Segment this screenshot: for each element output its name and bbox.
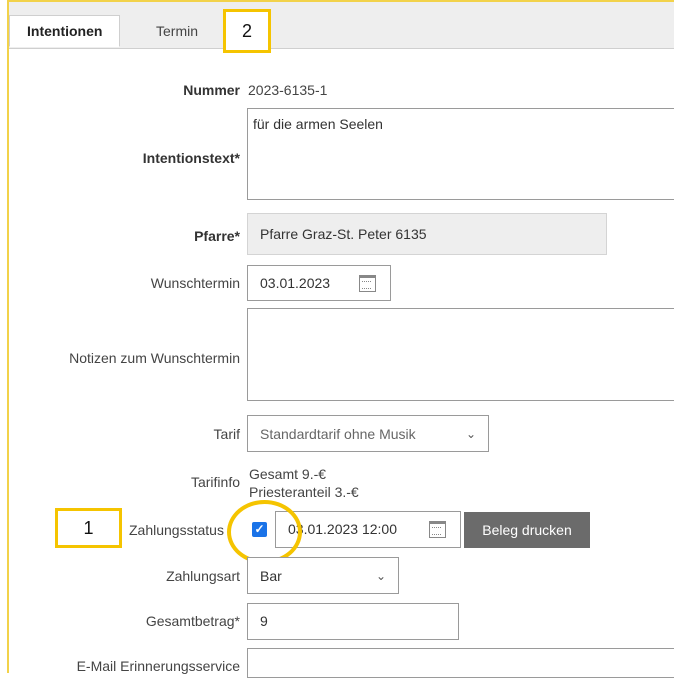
- zahlungsstatus-label: Zahlungsstatus: [129, 522, 224, 538]
- email-input[interactable]: [247, 648, 674, 678]
- zahlungsart-value: Bar: [260, 567, 282, 584]
- tarif-label: Tarif: [213, 426, 240, 442]
- notizen-label: Notizen zum Wunschtermin: [69, 350, 240, 366]
- chevron-down-icon: ⌄: [465, 426, 476, 441]
- zahlungsstatus-datetime-value: 03.01.2023 12:00: [288, 521, 397, 537]
- calendar-icon[interactable]: [429, 521, 446, 538]
- email-label: E-Mail Erinnerungsservice: [76, 658, 240, 674]
- tarifinfo-priesteranteil: Priesteranteil 3.-€: [249, 484, 359, 500]
- tarifinfo-gesamt: Gesamt 9.-€: [249, 466, 327, 482]
- beleg-drucken-button[interactable]: Beleg drucken: [464, 512, 590, 548]
- tarif-value: Standardtarif ohne Musik: [260, 425, 416, 442]
- callout-2: 2: [223, 9, 271, 53]
- gesamtbetrag-label: Gesamtbetrag*: [145, 613, 240, 629]
- calendar-icon[interactable]: [359, 275, 376, 292]
- pfarre-label: Pfarre*: [194, 228, 240, 244]
- nummer-value: 2023-6135-1: [248, 82, 328, 98]
- zahlungsart-label: Zahlungsart: [166, 568, 240, 584]
- wunschtermin-value: 03.01.2023: [260, 275, 331, 291]
- zahlungsstatus-datetime-input[interactable]: 03.01.2023 12:00: [275, 511, 461, 548]
- intentionstext-label: Intentionstext*: [142, 150, 240, 166]
- tarif-select[interactable]: Standardtarif ohne Musik ⌄: [247, 415, 489, 452]
- callout-1: 1: [55, 508, 122, 548]
- tab-intentionen[interactable]: Intentionen: [9, 15, 121, 47]
- pfarre-field: Pfarre Graz-St. Peter 6135: [247, 213, 607, 255]
- highlight-circle: [227, 500, 302, 564]
- tarifinfo-label: Tarifinfo: [190, 474, 240, 490]
- nummer-label: Nummer: [183, 82, 240, 98]
- tarifinfo-value: Gesamt 9.-€ Priesteranteil 3.-€: [249, 465, 359, 501]
- notizen-textarea[interactable]: [247, 308, 674, 401]
- wunschtermin-input[interactable]: 03.01.2023: [247, 265, 391, 301]
- tab-termin[interactable]: Termin: [138, 15, 216, 49]
- wunschtermin-label: Wunschtermin: [150, 275, 240, 291]
- chevron-down-icon: ⌄: [375, 568, 386, 583]
- zahlungsart-select[interactable]: Bar ⌄: [247, 557, 399, 594]
- intentionstext-textarea[interactable]: für die armen Seelen: [247, 108, 674, 200]
- gesamtbetrag-input[interactable]: 9: [247, 603, 459, 640]
